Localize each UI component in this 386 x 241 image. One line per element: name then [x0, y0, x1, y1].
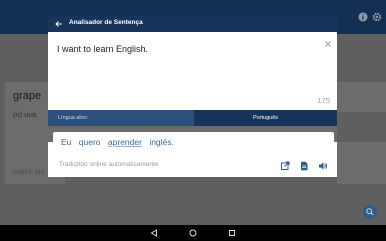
nav-back-icon[interactable]	[150, 229, 158, 237]
target-language-value: Português	[252, 115, 279, 121]
translation-word[interactable]: quero	[79, 137, 101, 147]
target-language-label: Língua alvo:	[58, 115, 88, 121]
auto-translated-label: Traduzido online automaticamente	[59, 161, 159, 168]
translation-word[interactable]: Eu	[61, 137, 71, 147]
dialog-title: Analisador de Sentença	[69, 19, 143, 26]
nav-home-icon[interactable]	[189, 229, 197, 237]
translation-word[interactable]: inglés.	[149, 137, 174, 147]
nav-recents-icon[interactable]	[228, 229, 236, 237]
system-navigation-bar	[0, 225, 386, 241]
document-icon[interactable]	[299, 161, 309, 171]
card-word: grape	[13, 90, 42, 102]
source-text-input[interactable]: I want to learn English.	[57, 44, 148, 54]
card-translation: uva	[24, 110, 37, 119]
target-language-bar: Língua alvo: Português	[48, 110, 337, 126]
info-icon[interactable]	[358, 12, 368, 22]
learn-more-button[interactable]: SABER MA	[12, 170, 45, 176]
background-card-right	[337, 142, 386, 184]
target-language-select[interactable]: Português	[194, 110, 337, 126]
card-part-of-speech: (n)	[13, 110, 23, 119]
gear-icon[interactable]	[372, 12, 382, 22]
translation-words: Eu quero aprender inglés.	[61, 137, 179, 147]
search-icon	[366, 208, 374, 216]
background-card-right	[337, 82, 386, 112]
dialog-header: Analisador de Sentença	[48, 16, 337, 32]
translation-card: Eu quero aprender inglés. Traduzido onli…	[53, 132, 334, 176]
floating-action-button[interactable]	[363, 205, 377, 219]
open-in-new-icon[interactable]	[280, 161, 290, 171]
card-definition: (n) uva	[13, 110, 36, 119]
character-count: 175	[317, 96, 330, 105]
arrow-left-icon[interactable]	[55, 20, 63, 28]
translation-word[interactable]: aprender	[108, 137, 142, 147]
volume-icon[interactable]	[318, 161, 328, 171]
close-icon[interactable]	[324, 40, 332, 48]
